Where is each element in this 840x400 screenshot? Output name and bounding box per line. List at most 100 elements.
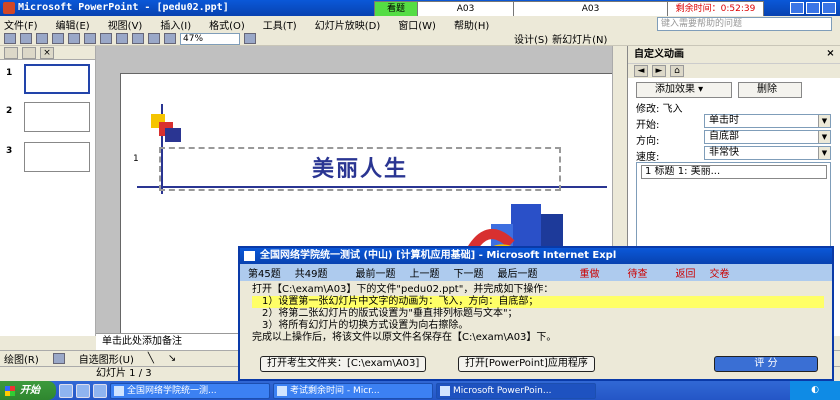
quicklaunch-desktop-icon[interactable] bbox=[76, 383, 90, 398]
print-icon[interactable] bbox=[52, 33, 64, 44]
first-question-link[interactable]: 最前一题 bbox=[355, 265, 395, 280]
zoom-select[interactable]: 47% bbox=[180, 32, 240, 45]
score-button[interactable]: 评 分 bbox=[714, 356, 818, 372]
timer-status: 看题 bbox=[375, 2, 417, 16]
maximize-button[interactable] bbox=[806, 2, 820, 14]
timer-left-code: A03 bbox=[417, 2, 513, 16]
speed-label: 速度: bbox=[636, 152, 660, 163]
back-link[interactable]: 返回 bbox=[675, 265, 695, 280]
cut-icon[interactable] bbox=[84, 33, 96, 44]
slide-thumbnail-2[interactable] bbox=[24, 102, 90, 132]
ask-question-input[interactable]: 键入需要帮助的问题 bbox=[657, 17, 832, 31]
question-total: 共49题 bbox=[294, 269, 328, 280]
new-icon[interactable] bbox=[4, 33, 16, 44]
slide-thumbnail-3[interactable] bbox=[24, 142, 90, 172]
pending-link[interactable]: 待查 bbox=[627, 265, 647, 280]
direction-value: 自底部 bbox=[709, 131, 739, 142]
start-button[interactable]: 开始 bbox=[0, 381, 56, 400]
menu-slideshow[interactable]: 幻灯片放映(D) bbox=[315, 17, 381, 32]
speed-value: 非常快 bbox=[709, 147, 739, 158]
open-folder-button[interactable]: 打开考生文件夹：[C:\exam\A03] bbox=[260, 356, 427, 372]
prev-question-link[interactable]: 上一题 bbox=[409, 265, 439, 280]
tab-slides[interactable] bbox=[22, 46, 36, 59]
open-app-button[interactable]: 打开[PowerPoint]应用程序 bbox=[458, 356, 595, 372]
animation-list-item[interactable]: 1 标题 1: 美丽... bbox=[641, 165, 827, 179]
select-arrow-icon[interactable] bbox=[52, 353, 65, 364]
question-line: 完成以上操作后，将该文件以原文件名保存在【C:\exam\A03】下。 bbox=[252, 332, 557, 343]
arrow-icon[interactable]: ↘ bbox=[168, 353, 176, 364]
taskbar: 开始 全国网络学院统一测... 考试剩余时间 - Micr... Microso… bbox=[0, 381, 840, 400]
powerpoint-logo-icon bbox=[3, 2, 15, 14]
chevron-down-icon[interactable]: ▼ bbox=[818, 131, 830, 143]
quicklaunch-media-icon[interactable] bbox=[93, 383, 107, 398]
taskbar-item-exam[interactable]: 全国网络学院统一测... bbox=[110, 382, 270, 399]
design-button[interactable]: 设计(S) bbox=[514, 31, 548, 46]
slide-title[interactable]: 美丽人生 bbox=[161, 149, 559, 189]
back-icon[interactable]: ◄ bbox=[634, 65, 648, 77]
line-icon[interactable]: ╲ bbox=[148, 353, 154, 364]
next-question-link[interactable]: 下一题 bbox=[453, 265, 483, 280]
autoshapes-button[interactable]: 自选图形(U) bbox=[79, 351, 134, 366]
draw-menu-button[interactable]: 绘图(R) bbox=[4, 351, 39, 366]
quicklaunch-ie-icon[interactable] bbox=[59, 383, 73, 398]
tab-outline[interactable] bbox=[4, 46, 18, 59]
taskpane-close-icon[interactable]: × bbox=[825, 49, 836, 60]
menu-edit[interactable]: 编辑(E) bbox=[56, 17, 90, 32]
close-button[interactable] bbox=[822, 2, 836, 14]
taskbar-item-timer[interactable]: 考试剩余时间 - Micr... bbox=[273, 382, 433, 399]
chevron-down-icon[interactable]: ▼ bbox=[818, 147, 830, 159]
chevron-down-icon[interactable]: ▼ bbox=[818, 115, 830, 127]
question-line: 打开【C:\exam\A03】下的文件"pedu02.ppt"，并完成如下操作： bbox=[252, 284, 554, 295]
menu-file[interactable]: 文件(F) bbox=[4, 17, 38, 32]
slide-thumbnail-panel: × 1 2 3 bbox=[0, 46, 96, 336]
submit-link[interactable]: 交卷 bbox=[709, 265, 729, 280]
slide-thumb-number: 3 bbox=[6, 146, 13, 156]
standard-toolbar: 47% 设计(S) 新幻灯片(N) bbox=[0, 32, 840, 46]
title-placeholder[interactable]: 美丽人生 bbox=[159, 147, 561, 191]
home-icon[interactable]: ⌂ bbox=[670, 65, 684, 77]
help-icon[interactable] bbox=[244, 33, 256, 44]
new-slide-button[interactable]: 新幻灯片(N) bbox=[552, 31, 607, 46]
last-question-link[interactable]: 最后一题 bbox=[497, 265, 537, 280]
preview-icon[interactable] bbox=[68, 33, 80, 44]
exam-timer-bar: 看题 A03 A03 剩余时间：0:52:39 bbox=[374, 1, 764, 17]
minimize-button[interactable] bbox=[790, 2, 804, 14]
taskbar-item-powerpoint[interactable]: Microsoft PowerPoin... bbox=[436, 382, 596, 399]
start-select[interactable]: 单击时 ▼ bbox=[704, 114, 831, 128]
save-icon[interactable] bbox=[36, 33, 48, 44]
add-effect-button[interactable]: 添加效果 ▾ bbox=[636, 82, 732, 98]
menu-insert[interactable]: 插入(I) bbox=[160, 17, 191, 32]
delete-effect-button[interactable]: 删除 bbox=[738, 82, 802, 98]
question-current: 第45题 bbox=[248, 269, 281, 280]
open-icon[interactable] bbox=[20, 33, 32, 44]
copy-icon[interactable] bbox=[100, 33, 112, 44]
speed-select[interactable]: 非常快 ▼ bbox=[704, 146, 831, 160]
forward-icon[interactable]: ► bbox=[652, 65, 666, 77]
slide-thumbnail-1[interactable] bbox=[24, 64, 90, 94]
timer-center-code: A03 bbox=[513, 2, 667, 16]
question-text: 打开【C:\exam\A03】下的文件"pedu02.ppt"，并完成如下操作：… bbox=[252, 284, 824, 354]
window-title: Microsoft PowerPoint - [pedu02.ppt] bbox=[18, 2, 229, 13]
menu-help[interactable]: 帮助(H) bbox=[454, 17, 489, 32]
menu-tools[interactable]: 工具(T) bbox=[263, 17, 297, 32]
decorative-square-blue bbox=[165, 128, 181, 142]
menu-window[interactable]: 窗口(W) bbox=[398, 17, 436, 32]
menu-view[interactable]: 视图(V) bbox=[108, 17, 143, 32]
table-icon[interactable] bbox=[164, 33, 176, 44]
slide-thumb-number: 1 bbox=[6, 68, 13, 78]
direction-select[interactable]: 自底部 ▼ bbox=[704, 130, 831, 144]
system-tray[interactable]: ◐ bbox=[790, 381, 840, 400]
question-line: 3）将所有幻灯片的切换方式设置为向右擦除。 bbox=[262, 320, 469, 331]
paste-icon[interactable] bbox=[116, 33, 128, 44]
direction-label: 方向: bbox=[636, 136, 660, 147]
redo-link[interactable]: 重做 bbox=[579, 265, 599, 280]
timer-remaining: 剩余时间：0:52:39 bbox=[667, 2, 763, 16]
menu-format[interactable]: 格式(O) bbox=[209, 17, 245, 32]
undo-icon[interactable] bbox=[132, 33, 144, 44]
dialog-title: 全国网络学院统一测试 (中山) [计算机应用基础] - Microsoft In… bbox=[260, 250, 617, 261]
slide-thumb-number: 2 bbox=[6, 106, 13, 116]
delete-label: 删除 bbox=[757, 84, 777, 95]
panel-close-icon[interactable]: × bbox=[40, 46, 54, 59]
chart-icon[interactable] bbox=[148, 33, 160, 44]
modify-label: 修改: 飞入 bbox=[636, 104, 683, 115]
